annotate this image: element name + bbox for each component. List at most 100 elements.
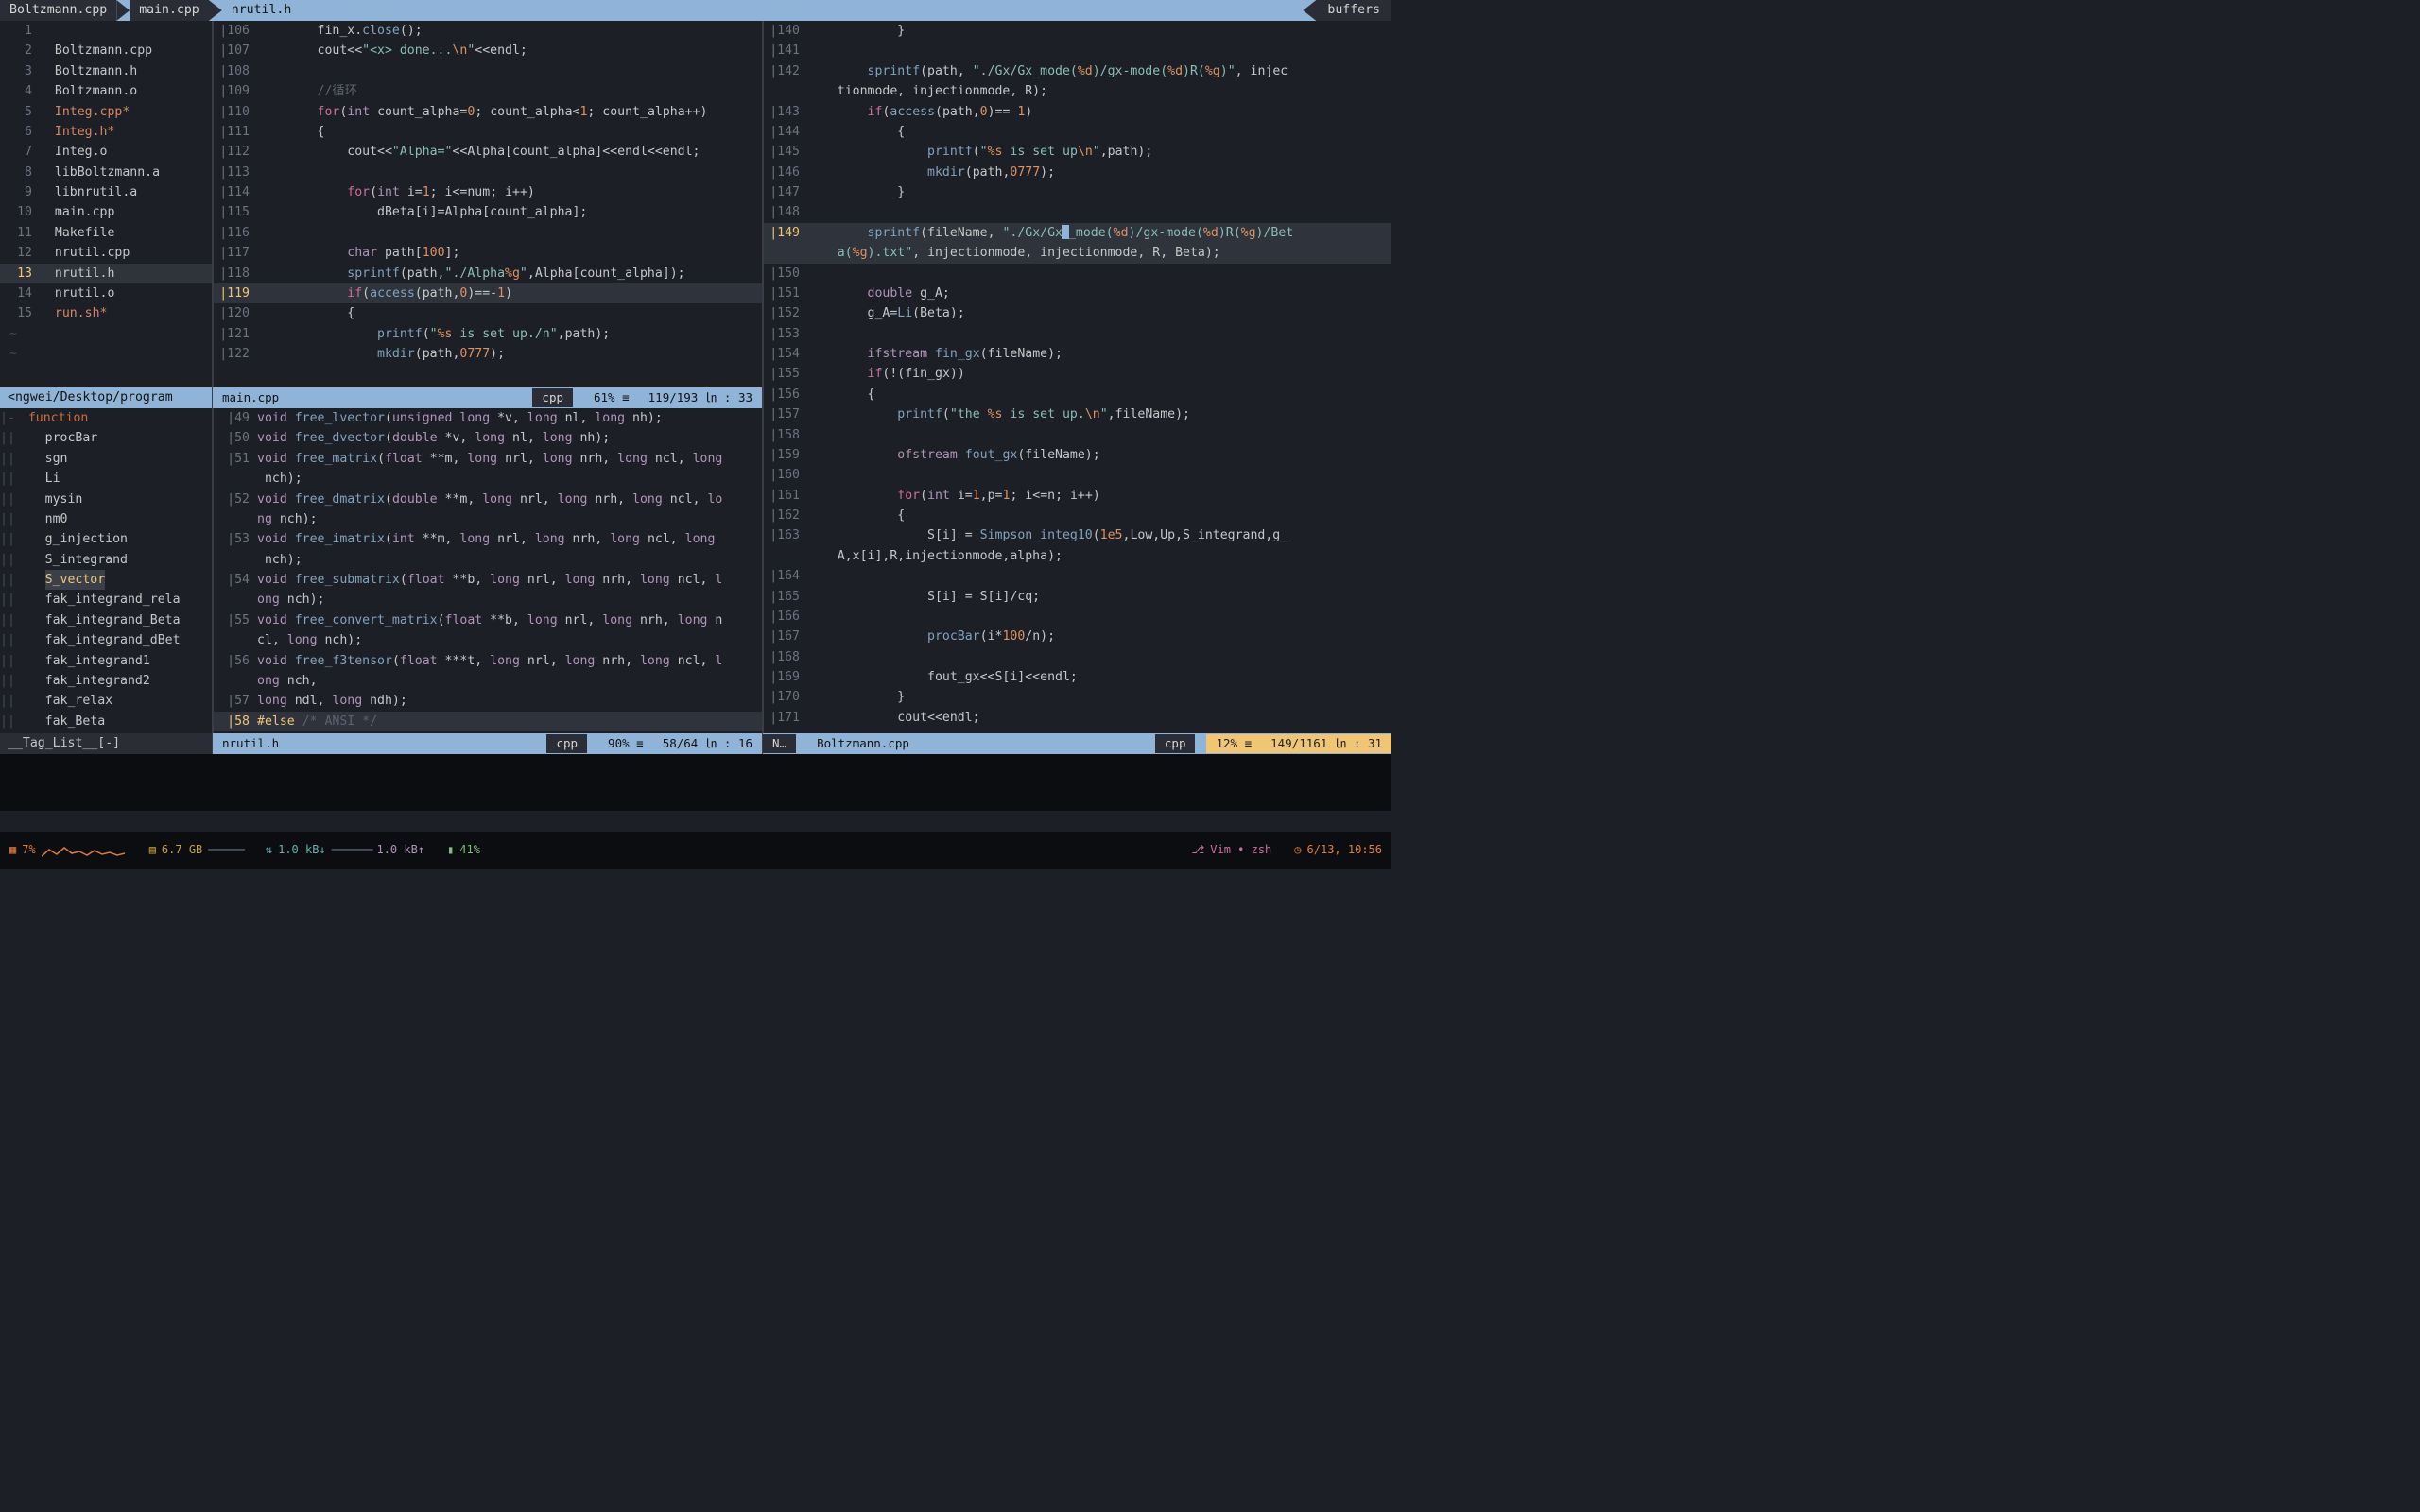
code-line[interactable]: cl, long nch); [214,630,762,650]
code-line[interactable]: |122 mkdir(path,0777); [214,344,762,364]
file-row[interactable]: 4 Boltzmann.o [0,81,212,101]
file-row[interactable]: 15 run.sh* [0,303,212,323]
file-item[interactable]: Makefile [40,223,212,243]
code-line[interactable]: |53void free_imatrix(int **m, long nrl, … [214,529,762,549]
file-item[interactable]: libnrutil.a [40,182,212,202]
file-explorer[interactable]: 12 Boltzmann.cpp3 Boltzmann.h4 Boltzmann… [0,21,212,387]
code-line[interactable]: |150 [764,264,1392,284]
code-line[interactable]: |144 { [764,122,1392,142]
code-line[interactable]: ng nch); [214,509,762,529]
tag-item[interactable]: || fak_integrand2 [0,671,212,691]
file-item[interactable]: run.sh* [40,303,212,323]
code-line[interactable]: |113 [214,163,762,182]
code-line[interactable]: |160 [764,465,1392,485]
code-line[interactable]: |111 { [214,122,762,142]
taglist[interactable]: |- function|| procBar|| sgn|| Li|| mysin… [0,408,212,733]
code-line[interactable]: |55void free_convert_matrix(float **b, l… [214,610,762,630]
file-row[interactable]: 2 Boltzmann.cpp [0,41,212,60]
code-line[interactable]: |159 ofstream fout_gx(fileName); [764,445,1392,465]
code-line[interactable]: |108 [214,61,762,81]
file-item[interactable]: nrutil.h [40,264,212,284]
code-line[interactable]: |142 sprintf(path, "./Gx/Gx_mode(%d)/gx-… [764,61,1392,81]
code-line[interactable]: |156 { [764,385,1392,404]
file-item[interactable]: Boltzmann.h [40,61,212,81]
file-row[interactable]: 14 nrutil.o [0,284,212,303]
code-line[interactable]: |110 for(int count_alpha=0; count_alpha<… [214,102,762,122]
file-row[interactable]: 1 [0,21,212,41]
file-row[interactable]: 5 Integ.cpp* [0,102,212,122]
code-line[interactable]: |155 if(!(fin_gx)) [764,364,1392,384]
tab-main[interactable]: main.cpp [130,0,209,21]
file-row[interactable]: 3 Boltzmann.h [0,61,212,81]
code-line[interactable]: |154 ifstream fin_gx(fileName); [764,344,1392,364]
file-item[interactable]: Boltzmann.o [40,81,212,101]
file-row[interactable]: 8 libBoltzmann.a [0,163,212,182]
code-line[interactable]: |148 [764,202,1392,222]
code-line[interactable]: |143 if(access(path,0)==-1) [764,102,1392,122]
code-line[interactable]: ong nch, [214,671,762,691]
code-line[interactable]: ong nch); [214,590,762,610]
tag-item[interactable]: || fak_integrand1 [0,651,212,671]
code-line[interactable]: |145 printf("%s is set up\n",path); [764,142,1392,162]
code-line[interactable]: |116 [214,223,762,243]
code-line[interactable]: |106 fin_x.close(); [214,21,762,41]
code-line[interactable]: |152 g_A=Li(Beta); [764,303,1392,323]
code-line[interactable]: |141 [764,41,1392,60]
code-line[interactable]: |169 fout_gx<<S[i]<<endl; [764,667,1392,687]
file-item[interactable]: nrutil.cpp [40,243,212,263]
code-line[interactable]: |147 } [764,182,1392,202]
file-item[interactable]: libBoltzmann.a [40,163,212,182]
code-line[interactable]: |114 for(int i=1; i<=num; i++) [214,182,762,202]
file-row[interactable]: 9 libnrutil.a [0,182,212,202]
editor-right[interactable]: |140 }|141|142 sprintf(path, "./Gx/Gx_mo… [763,21,1392,733]
tag-item[interactable]: || Li [0,469,212,489]
code-line[interactable]: |107 cout<<"<x> done...\n"<<endl; [214,41,762,60]
code-line[interactable]: |119 if(access(path,0)==-1) [214,284,762,303]
code-line[interactable]: |121 printf("%s is set up./n",path); [214,324,762,344]
tag-item[interactable]: || fak_integrand_rela [0,590,212,610]
tag-item[interactable]: || nm0 [0,509,212,529]
code-line[interactable]: |164 [764,566,1392,586]
code-line[interactable]: |149 sprintf(fileName, "./Gx/Gx_mode(%d)… [764,223,1392,243]
code-line[interactable]: |50void free_dvector(double *v, long nl,… [214,428,762,448]
code-line[interactable]: |49void free_lvector(unsigned long *v, l… [214,408,762,428]
tag-item[interactable]: || S_vector [0,570,212,590]
code-line[interactable]: |112 cout<<"Alpha="<<Alpha[count_alpha]<… [214,142,762,162]
code-line[interactable]: |165 S[i] = S[i]/cq; [764,587,1392,607]
tag-item[interactable]: || S_integrand [0,550,212,570]
code-line[interactable]: |167 procBar(i*100/n); [764,627,1392,646]
code-line[interactable]: |162 { [764,506,1392,525]
code-line[interactable]: |153 [764,324,1392,344]
file-row[interactable]: 6 Integ.h* [0,122,212,142]
code-line[interactable]: |52void free_dmatrix(double **m, long nr… [214,490,762,509]
code-line[interactable]: |140 } [764,21,1392,41]
tag-item[interactable]: || g_injection [0,529,212,549]
code-line[interactable]: tionmode, injectionmode, R); [764,81,1392,101]
code-line[interactable]: |168 [764,647,1392,667]
code-line[interactable]: |161 for(int i=1,p=1; i<=n; i++) [764,486,1392,506]
code-line[interactable]: |56void free_f3tensor(float ***t, long n… [214,651,762,671]
code-line[interactable]: |163 S[i] = Simpson_integ10(1e5,Low,Up,S… [764,525,1392,545]
tag-item[interactable]: || fak_integrand_dBet [0,630,212,650]
tag-item[interactable]: || fak_integrand_Beta [0,610,212,630]
code-line[interactable]: |170 } [764,687,1392,707]
tag-item[interactable]: || fak_relax [0,691,212,711]
code-line[interactable]: |120 { [214,303,762,323]
code-line[interactable]: |158 [764,425,1392,445]
editor-main-lower[interactable]: |49void free_lvector(unsigned long *v, l… [213,408,762,733]
file-item[interactable]: Integ.o [40,142,212,162]
file-row[interactable]: 7 Integ.o [0,142,212,162]
code-line[interactable]: a(%g).txt", injectionmode, injectionmode… [764,243,1392,263]
file-row[interactable]: 12 nrutil.cpp [0,243,212,263]
code-line[interactable]: |118 sprintf(path,"./Alpha%g",Alpha[coun… [214,264,762,284]
code-line[interactable]: |117 char path[100]; [214,243,762,263]
code-line[interactable]: A,x[i],R,injectionmode,alpha); [764,546,1392,566]
code-line[interactable]: |146 mkdir(path,0777); [764,163,1392,182]
file-row[interactable]: 13 nrutil.h [0,264,212,284]
tag-item[interactable]: || procBar [0,428,212,448]
tag-item[interactable]: || mysin [0,490,212,509]
code-line[interactable]: |51void free_matrix(float **m, long nrl,… [214,449,762,469]
code-line[interactable]: |57long ndl, long ndh); [214,691,762,711]
code-line[interactable]: |58#else /* ANSI */ [214,712,762,731]
file-item[interactable]: Integ.cpp* [40,102,212,122]
